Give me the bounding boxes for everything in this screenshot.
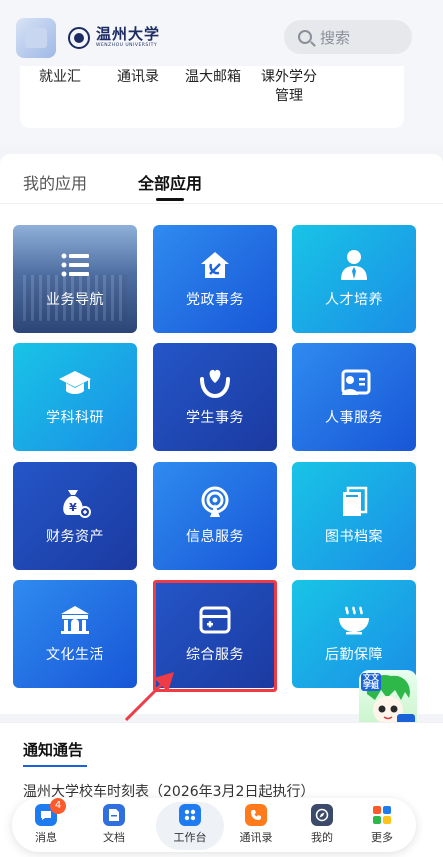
avatar[interactable] — [16, 18, 56, 58]
tile-hr-services[interactable]: 人事服务 — [292, 343, 416, 451]
money-bag-icon: ¥ — [58, 486, 92, 518]
university-seal-icon — [68, 27, 90, 49]
quick-links: 就业汇 通讯录 温大邮箱 课外学分 管理 — [20, 66, 404, 128]
tile-label: 学生事务 — [186, 410, 244, 426]
tile-label: 人才培养 — [325, 292, 383, 308]
nav-label: 更多 — [371, 831, 393, 844]
tile-label: 党政事务 — [186, 292, 244, 308]
nav-contacts[interactable]: 通讯录 — [226, 804, 286, 845]
more-apps-icon — [371, 804, 393, 826]
tile-party-affairs[interactable]: 党政事务 — [153, 225, 277, 333]
tile-label: 学科科研 — [46, 410, 104, 426]
search-placeholder: 搜索 — [320, 28, 351, 47]
person-tie-icon — [337, 249, 371, 281]
tile-general-services[interactable]: 综合服务 — [153, 580, 277, 688]
tile-business-nav[interactable]: 业务导航 — [13, 225, 137, 333]
tile-finance-assets[interactable]: ¥ 财务资产 — [13, 462, 137, 570]
nav-label: 通讯录 — [239, 831, 273, 844]
tile-label: 图书档案 — [325, 529, 383, 545]
search-box[interactable]: 搜索 — [284, 20, 412, 54]
tile-label: 信息服务 — [186, 529, 244, 545]
id-card-icon — [337, 367, 371, 399]
tile-label: 文化生活 — [46, 647, 104, 663]
nav-label: 我的 — [311, 831, 333, 844]
document-icon — [103, 804, 125, 826]
compass-icon — [311, 804, 333, 826]
tile-discipline-research[interactable]: 学科科研 — [13, 343, 137, 451]
card-box-icon — [198, 604, 232, 636]
notice-title-underline — [23, 765, 87, 767]
tile-information-services[interactable]: 信息服务 — [153, 462, 277, 570]
quicklink-employment[interactable]: 就业汇 — [20, 68, 100, 128]
app-tabs: 我的应用 全部应用 — [0, 154, 443, 204]
nav-workbench[interactable]: 工作台 — [160, 804, 220, 845]
logo-english-name: WENZHOU UNIVERSITY — [96, 43, 158, 49]
tile-student-affairs[interactable]: 学生事务 — [153, 343, 277, 451]
tab-my-apps[interactable]: 我的应用 — [23, 170, 87, 194]
nav-profile[interactable]: 我的 — [292, 804, 352, 845]
unread-badge: 4 — [50, 798, 66, 814]
nav-documents[interactable]: 文档 — [84, 804, 144, 845]
tile-talent-cultivation[interactable]: 人才培养 — [292, 225, 416, 333]
quicklink-contacts[interactable]: 通讯录 — [100, 68, 176, 128]
party-emblem-icon — [198, 249, 232, 281]
search-icon — [298, 30, 312, 44]
tile-library-archives[interactable]: 图书档案 — [292, 462, 416, 570]
contacts-icon — [245, 804, 267, 826]
tile-label: 财务资产 — [46, 529, 104, 545]
tile-label: 人事服务 — [325, 410, 383, 426]
university-logo: 温州大学 WENZHOU UNIVERSITY — [68, 24, 160, 52]
graduation-cap-icon — [58, 367, 92, 399]
nav-label: 消息 — [35, 831, 57, 844]
header: 温州大学 WENZHOU UNIVERSITY 搜索 就业汇 通讯录 温大邮箱 … — [0, 0, 443, 145]
active-tab-indicator — [156, 198, 184, 201]
bottom-nav: 4 消息 文档 工作台 通讯录 我的 更多 — [12, 798, 416, 852]
tab-all-apps[interactable]: 全部应用 — [138, 170, 202, 194]
message-icon: 4 — [35, 798, 66, 826]
nav-label: 文档 — [103, 831, 125, 844]
books-icon — [337, 486, 371, 518]
mascot-label: 文文学姐 — [363, 673, 379, 690]
svg-text:¥: ¥ — [69, 501, 77, 514]
nav-more[interactable]: 更多 — [352, 804, 412, 845]
tile-culture-life[interactable]: 文化生活 — [13, 580, 137, 688]
tile-label: 后勤保障 — [325, 647, 383, 663]
logo-chinese-name: 温州大学 — [96, 25, 161, 44]
workbench-icon — [179, 804, 201, 826]
bowl-icon — [337, 604, 371, 636]
quicklink-credit-management[interactable]: 课外学分 管理 — [250, 68, 328, 128]
quicklink-mail[interactable]: 温大邮箱 — [176, 68, 250, 128]
nav-messages[interactable]: 4 消息 — [16, 798, 76, 845]
broadcast-icon — [198, 486, 232, 518]
list-icon — [58, 249, 92, 281]
nav-label: 工作台 — [173, 831, 207, 844]
tile-label: 综合服务 — [186, 647, 244, 663]
quicklink-credit-label: 课外学分 管理 — [261, 69, 317, 104]
notice-title: 通知通告 — [23, 741, 84, 759]
tile-label: 业务导航 — [46, 292, 104, 308]
building-icon — [58, 604, 92, 636]
heart-hands-icon — [198, 367, 232, 399]
